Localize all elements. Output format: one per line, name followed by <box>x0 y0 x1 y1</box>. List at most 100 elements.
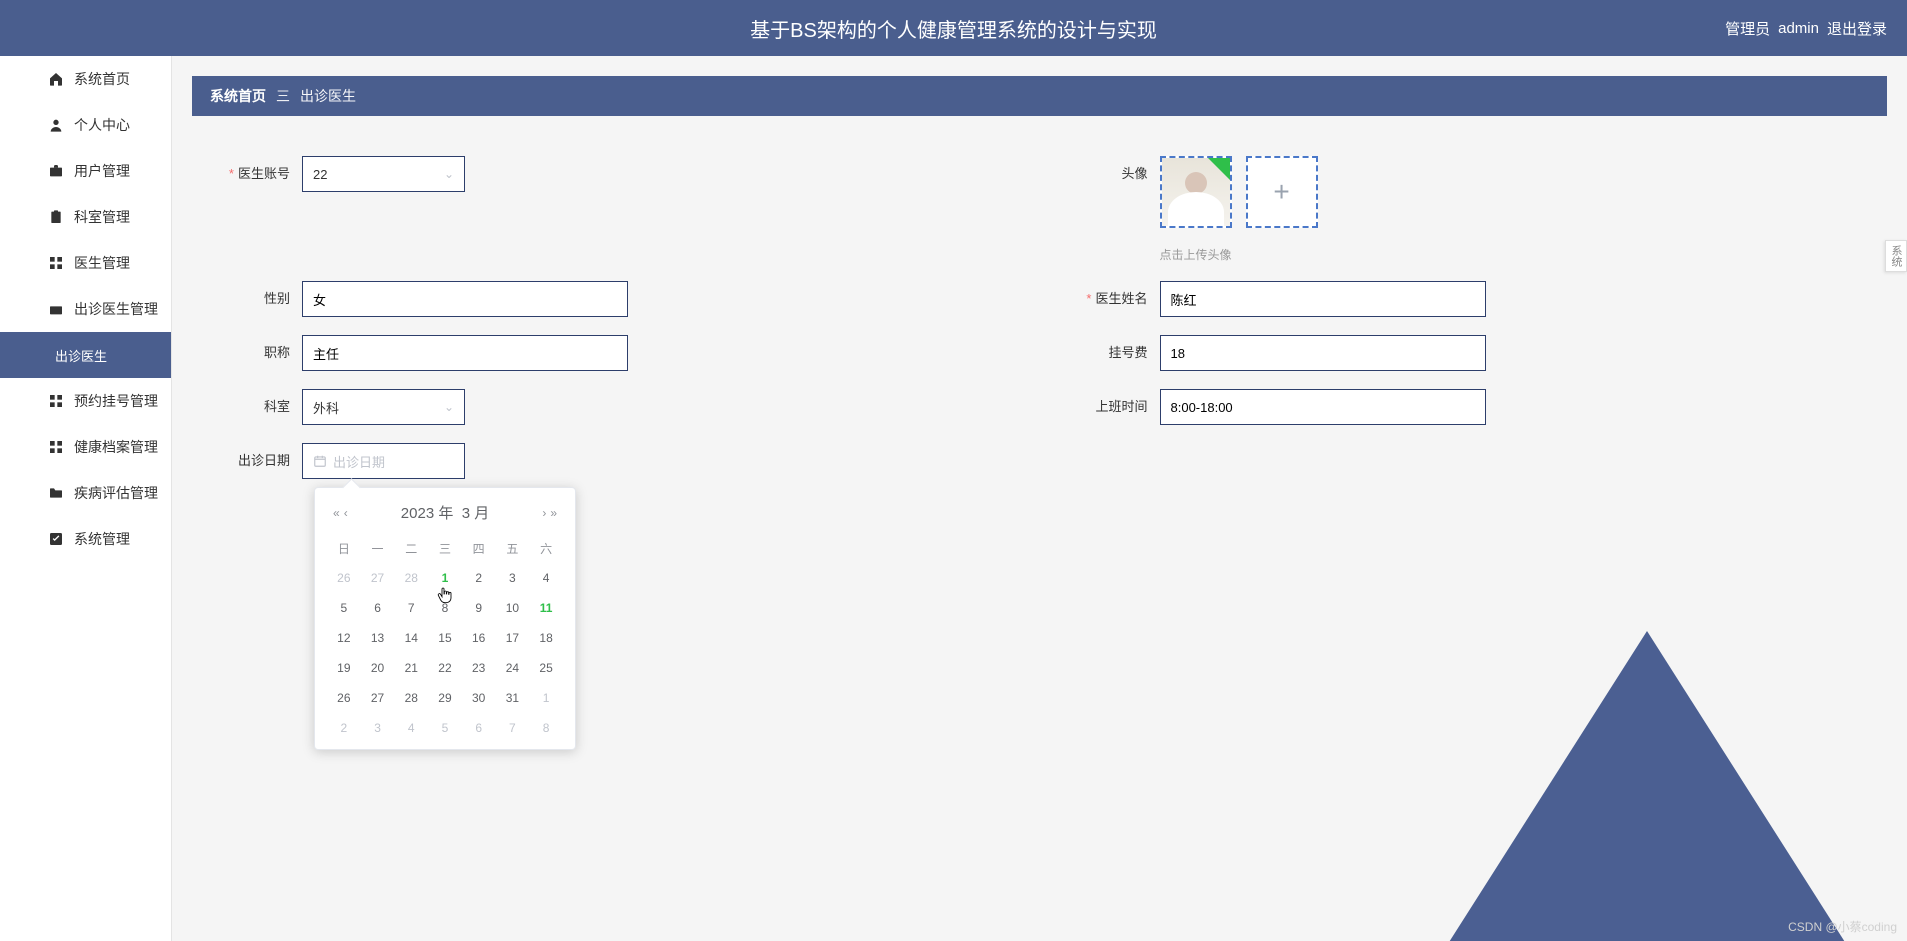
calendar-day[interactable]: 9 <box>462 593 496 623</box>
calendar-day[interactable]: 10 <box>496 593 530 623</box>
weekday-header: 日 <box>327 533 361 563</box>
calendar-day[interactable]: 21 <box>394 653 428 683</box>
avatar-thumbnail[interactable] <box>1160 156 1232 228</box>
datepicker-title[interactable]: 2023 年 3 月 <box>401 502 489 523</box>
work-time-input[interactable] <box>1160 389 1486 425</box>
prev-year-icon[interactable]: « <box>333 506 340 520</box>
department-select[interactable]: 外科 ⌄ <box>302 389 465 425</box>
check-corner-icon <box>1208 158 1230 180</box>
sidebar-item-2[interactable]: 用户管理 <box>0 148 171 194</box>
calendar-day[interactable]: 17 <box>496 623 530 653</box>
sidebar-item-7[interactable]: 预约挂号管理 <box>0 378 171 424</box>
title-input[interactable] <box>302 335 628 371</box>
visit-date-label: 出诊日期 <box>238 453 290 468</box>
calendar-day[interactable]: 31 <box>496 683 530 713</box>
sidebar-item-0[interactable]: 系统首页 <box>0 56 171 102</box>
avatar-hint: 点击上传头像 <box>1160 246 1318 263</box>
prev-month-icon[interactable]: ‹ <box>344 506 348 520</box>
doctor-name-input[interactable] <box>1160 281 1486 317</box>
logout-link[interactable]: 退出登录 <box>1827 18 1887 39</box>
calendar-day[interactable]: 28 <box>394 563 428 593</box>
sidebar-item-4[interactable]: 医生管理 <box>0 240 171 286</box>
radio-icon <box>48 301 64 317</box>
calendar-day[interactable]: 2 <box>327 713 361 743</box>
sidebar-item-1[interactable]: 个人中心 <box>0 102 171 148</box>
calendar-day[interactable]: 4 <box>529 563 563 593</box>
doctor-name-label: 医生姓名 <box>1095 291 1147 306</box>
side-peek-tab[interactable]: 系统 <box>1885 240 1907 272</box>
calendar-icon <box>313 454 327 468</box>
weekday-header: 四 <box>462 533 496 563</box>
calendar-day[interactable]: 27 <box>361 563 395 593</box>
prev-year-month-nav[interactable]: « ‹ <box>333 506 348 520</box>
calendar-day[interactable]: 29 <box>428 683 462 713</box>
gender-input[interactable] <box>302 281 628 317</box>
calendar-day[interactable]: 25 <box>529 653 563 683</box>
calendar-day[interactable]: 6 <box>361 593 395 623</box>
sidebar-item-label: 疾病评估管理 <box>74 483 158 503</box>
calendar-day[interactable]: 22 <box>428 653 462 683</box>
weekday-header: 五 <box>496 533 530 563</box>
check-icon <box>48 531 64 547</box>
calendar-day[interactable]: 1 <box>428 563 462 593</box>
sidebar-item-6[interactable]: 出诊医生 <box>0 332 171 378</box>
grid-icon <box>48 255 64 271</box>
avatar-label: 头像 <box>1070 156 1160 192</box>
calendar-day[interactable]: 8 <box>428 593 462 623</box>
breadcrumb-home[interactable]: 系统首页 <box>210 86 266 106</box>
calendar-day[interactable]: 7 <box>394 593 428 623</box>
sidebar-item-label: 健康档案管理 <box>74 437 158 457</box>
sidebar-item-label: 个人中心 <box>74 115 130 135</box>
briefcase-icon <box>48 163 64 179</box>
calendar-day[interactable]: 3 <box>361 713 395 743</box>
calendar-day[interactable]: 14 <box>394 623 428 653</box>
calendar-day[interactable]: 26 <box>327 683 361 713</box>
sidebar-item-3[interactable]: 科室管理 <box>0 194 171 240</box>
calendar-day[interactable]: 3 <box>496 563 530 593</box>
calendar-day[interactable]: 5 <box>327 593 361 623</box>
avatar-upload-button[interactable]: + <box>1246 156 1318 228</box>
calendar-day[interactable]: 18 <box>529 623 563 653</box>
calendar-day[interactable]: 16 <box>462 623 496 653</box>
next-month-icon[interactable]: › <box>542 506 546 520</box>
work-time-label: 上班时间 <box>1095 399 1147 414</box>
calendar-day[interactable]: 8 <box>529 713 563 743</box>
next-year-icon[interactable]: » <box>550 506 557 520</box>
breadcrumb-sep-icon: 三 <box>276 86 290 106</box>
calendar-day[interactable]: 26 <box>327 563 361 593</box>
calendar-day[interactable]: 4 <box>394 713 428 743</box>
calendar-day[interactable]: 5 <box>428 713 462 743</box>
calendar-day[interactable]: 20 <box>361 653 395 683</box>
next-year-month-nav[interactable]: › » <box>542 506 557 520</box>
fee-input[interactable] <box>1160 335 1486 371</box>
calendar-day[interactable]: 23 <box>462 653 496 683</box>
calendar-day[interactable]: 27 <box>361 683 395 713</box>
calendar-day[interactable]: 19 <box>327 653 361 683</box>
weekday-header: 一 <box>361 533 395 563</box>
calendar-day[interactable]: 7 <box>496 713 530 743</box>
calendar-day[interactable]: 30 <box>462 683 496 713</box>
sidebar-item-label: 科室管理 <box>74 207 130 227</box>
sidebar-item-10[interactable]: 系统管理 <box>0 516 171 562</box>
sidebar-item-label: 预约挂号管理 <box>74 391 158 411</box>
sidebar-item-9[interactable]: 疾病评估管理 <box>0 470 171 516</box>
calendar-day[interactable]: 1 <box>529 683 563 713</box>
grid-icon <box>48 439 64 455</box>
sidebar-item-label: 医生管理 <box>74 253 130 273</box>
chevron-down-icon: ⌄ <box>444 167 454 181</box>
sidebar-item-5[interactable]: 出诊医生管理 <box>0 286 171 332</box>
sidebar-item-8[interactable]: 健康档案管理 <box>0 424 171 470</box>
visit-date-picker[interactable]: 出诊日期 <box>302 443 465 479</box>
calendar-day[interactable]: 2 <box>462 563 496 593</box>
doctor-account-select[interactable]: 22 ⌄ <box>302 156 465 192</box>
username[interactable]: admin <box>1778 20 1819 37</box>
calendar-day[interactable]: 11 <box>529 593 563 623</box>
calendar-day[interactable]: 28 <box>394 683 428 713</box>
calendar-day[interactable]: 15 <box>428 623 462 653</box>
sidebar-item-label: 出诊医生 <box>55 346 107 365</box>
calendar-day[interactable]: 13 <box>361 623 395 653</box>
calendar-day[interactable]: 6 <box>462 713 496 743</box>
calendar-day[interactable]: 12 <box>327 623 361 653</box>
calendar-day[interactable]: 24 <box>496 653 530 683</box>
home-icon <box>48 71 64 87</box>
